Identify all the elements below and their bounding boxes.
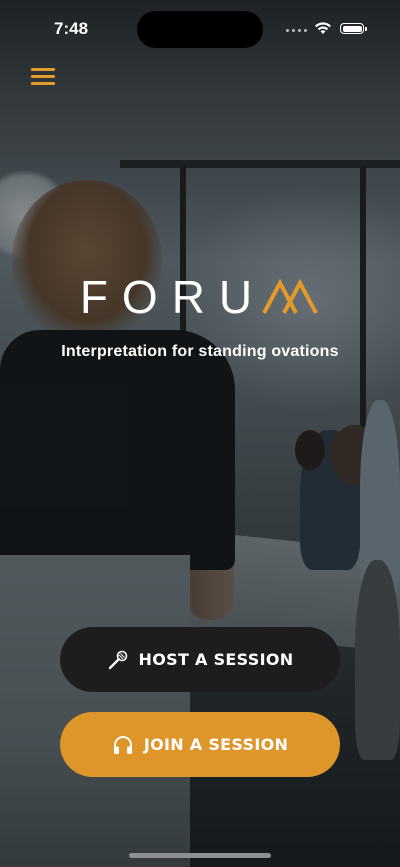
host-session-label: HOST A SESSION xyxy=(138,650,294,669)
hamburger-menu-icon[interactable] xyxy=(31,66,55,88)
join-session-button[interactable]: JOIN A SESSION xyxy=(60,712,340,777)
status-bar: 7:48 xyxy=(0,0,400,60)
wifi-icon xyxy=(315,22,331,34)
headphones-icon xyxy=(112,734,134,756)
host-session-button[interactable]: HOST A SESSION xyxy=(60,627,340,692)
join-session-label: JOIN A SESSION xyxy=(143,735,289,754)
cellular-signal-icon xyxy=(286,29,307,32)
battery-icon xyxy=(340,23,367,34)
dynamic-island xyxy=(137,11,263,48)
logo-mountain-icon xyxy=(262,279,318,314)
microphone-icon xyxy=(107,649,129,671)
logo-text: FORU xyxy=(79,271,267,323)
status-time: 7:48 xyxy=(54,19,89,38)
forum-logo: FORU xyxy=(0,270,400,324)
home-indicator[interactable] xyxy=(129,853,271,858)
tagline: Interpretation for standing ovations xyxy=(61,343,339,360)
